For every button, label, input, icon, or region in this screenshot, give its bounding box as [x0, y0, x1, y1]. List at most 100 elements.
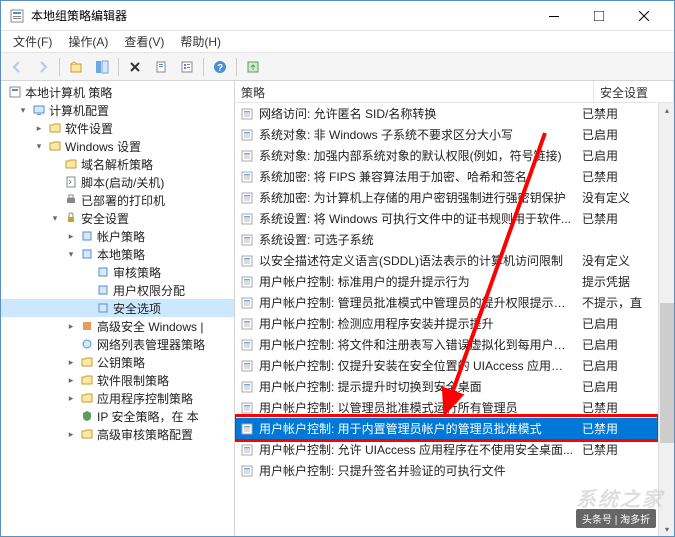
tree-ip-security[interactable]: IP 安全策略，在 本 [1, 407, 234, 425]
row-setting: 已禁用 [578, 399, 658, 416]
tree-local-policy[interactable]: ▾ 本地策略 [1, 245, 234, 263]
properties-button[interactable] [175, 56, 199, 78]
list-row[interactable]: 用户帐户控制: 检测应用程序安装并提示提升已启用 [235, 313, 658, 334]
collapse-icon[interactable]: ▾ [17, 104, 29, 116]
tree-scripts[interactable]: 脚本(启动/关机) [1, 173, 234, 191]
tree-user-rights[interactable]: 用户权限分配 [1, 281, 234, 299]
policy-item-icon [239, 463, 255, 479]
tree-security-settings[interactable]: ▾ 安全设置 [1, 209, 234, 227]
row-name: 用户帐户控制: 仅提升安装在安全位置的 UIAccess 应用程序 [259, 357, 578, 374]
svg-text:?: ? [217, 63, 223, 74]
row-setting: 已启用 [578, 315, 658, 332]
tree-printers[interactable]: 已部署的打印机 [1, 191, 234, 209]
list-row[interactable]: 系统设置: 将 Windows 可执行文件中的证书规则用于软件...已禁用 [235, 208, 658, 229]
expand-icon[interactable]: ▸ [65, 230, 77, 242]
row-setting: 没有定义 [578, 189, 658, 206]
list-row[interactable]: 用户帐户控制: 以管理员批准模式运行所有管理员已禁用 [235, 397, 658, 418]
tree-security-options[interactable]: 安全选项 [1, 299, 234, 317]
export-button[interactable] [149, 56, 173, 78]
row-name: 用户帐户控制: 管理员批准模式中管理员的提升权限提示的... [259, 294, 578, 311]
policy-item-icon [239, 127, 255, 143]
up-button[interactable] [64, 56, 88, 78]
tree-public-key[interactable]: ▸ 公钥策略 [1, 353, 234, 371]
column-header-setting[interactable]: 安全设置 [594, 81, 674, 102]
tree-advanced-windows-firewall[interactable]: ▸ 高级安全 Windows | [1, 317, 234, 335]
menu-action[interactable]: 操作(A) [60, 31, 116, 52]
expand-icon[interactable]: ▸ [65, 374, 77, 386]
menu-file[interactable]: 文件(F) [5, 31, 60, 52]
list-row[interactable]: 用户帐户控制: 标准用户的提升提示行为提示凭据 [235, 271, 658, 292]
minimize-button[interactable] [531, 2, 576, 30]
policy-item-icon [239, 106, 255, 122]
list-row[interactable]: 用户帐户控制: 允许 UIAccess 应用程序在不使用安全桌面...已禁用 [235, 439, 658, 460]
policy-icon [7, 84, 23, 100]
tree-network-list[interactable]: 网络列表管理器策略 [1, 335, 234, 353]
collapse-icon[interactable]: ▾ [65, 248, 77, 260]
scroll-down-icon[interactable]: ▾ [660, 522, 674, 536]
tree-domain-policy[interactable]: 域名解析策略 [1, 155, 234, 173]
expand-icon[interactable]: ▸ [65, 428, 77, 440]
list-row[interactable]: 用户帐户控制: 管理员批准模式中管理员的提升权限提示的...不提示，直 [235, 292, 658, 313]
forward-button[interactable] [31, 56, 55, 78]
expand-icon[interactable]: ▸ [65, 356, 77, 368]
row-name: 用户帐户控制: 允许 UIAccess 应用程序在不使用安全桌面... [259, 441, 578, 458]
row-setting: 不提示，直 [578, 294, 658, 311]
tree-account-policy[interactable]: ▸ 帐户策略 [1, 227, 234, 245]
tree-software-restrict[interactable]: ▸ 软件限制策略 [1, 371, 234, 389]
list-row[interactable]: 系统对象: 加强内部系统对象的默认权限(例如，符号链接)已启用 [235, 145, 658, 166]
menu-view[interactable]: 查看(V) [116, 31, 172, 52]
refresh-button[interactable] [241, 56, 265, 78]
policy-item-icon [239, 316, 255, 332]
expand-icon[interactable]: ▸ [65, 320, 77, 332]
lock-icon [63, 210, 79, 226]
tree-computer-config[interactable]: ▾ 计算机配置 [1, 101, 234, 119]
tree-advanced-audit[interactable]: ▸ 高级审核策略配置 [1, 425, 234, 443]
tree-windows-settings[interactable]: ▾ Windows 设置 [1, 137, 234, 155]
list-row[interactable]: 用户帐户控制: 提示提升时切换到安全桌面已启用 [235, 376, 658, 397]
tree-software-settings[interactable]: ▸ 软件设置 [1, 119, 234, 137]
maximize-button[interactable] [576, 2, 621, 30]
folder-icon [79, 390, 95, 406]
row-setting: 已启用 [578, 378, 658, 395]
row-setting: 已启用 [578, 357, 658, 374]
list-row[interactable]: 系统加密: 为计算机上存储的用户密钥强制进行强密钥保护没有定义 [235, 187, 658, 208]
delete-button[interactable] [123, 56, 147, 78]
show-hide-tree-button[interactable] [90, 56, 114, 78]
row-name: 用户帐户控制: 将文件和注册表写入错误虚拟化到每用户位置 [259, 336, 578, 353]
list-row[interactable]: 系统加密: 将 FIPS 兼容算法用于加密、哈希和签名已禁用 [235, 166, 658, 187]
back-button[interactable] [5, 56, 29, 78]
list-row[interactable]: 用户帐户控制: 将文件和注册表写入错误虚拟化到每用户位置已启用 [235, 334, 658, 355]
scroll-up-icon[interactable]: ▴ [660, 103, 674, 117]
shield-icon [79, 408, 95, 424]
list-row[interactable]: 用户帐户控制: 只提升签名并验证的可执行文件 [235, 460, 658, 481]
policy-item-icon [239, 295, 255, 311]
list-row[interactable]: 以安全描述符定义语言(SDDL)语法表示的计算机访问限制没有定义 [235, 250, 658, 271]
tree-panel[interactable]: 本地计算机 策略 ▾ 计算机配置 ▸ 软件设置 ▾ Windows 设置 域名解… [1, 81, 235, 536]
list-row[interactable]: 用户帐户控制: 仅提升安装在安全位置的 UIAccess 应用程序已启用 [235, 355, 658, 376]
list-row[interactable]: 系统对象: 非 Windows 子系统不要求区分大小写已启用 [235, 124, 658, 145]
close-button[interactable] [621, 2, 666, 30]
list-row[interactable]: 系统设置: 可选子系统 [235, 229, 658, 250]
list-row[interactable]: 网络访问: 允许匿名 SID/名称转换已禁用 [235, 103, 658, 124]
list-body[interactable]: 网络访问: 允许匿名 SID/名称转换已禁用系统对象: 非 Windows 子系… [235, 103, 658, 536]
policy-folder-icon [95, 282, 111, 298]
menu-help[interactable]: 帮助(H) [172, 31, 229, 52]
vertical-scrollbar[interactable]: ▴ ▾ [658, 103, 674, 536]
content-area: 本地计算机 策略 ▾ 计算机配置 ▸ 软件设置 ▾ Windows 设置 域名解… [1, 81, 674, 536]
list-row[interactable]: 用户帐户控制: 用于内置管理员帐户的管理员批准模式已禁用 [235, 418, 658, 439]
expand-icon[interactable]: ▸ [65, 392, 77, 404]
computer-icon [31, 102, 47, 118]
expand-icon[interactable]: ▸ [33, 122, 45, 134]
tree-root[interactable]: 本地计算机 策略 [1, 83, 234, 101]
collapse-icon[interactable]: ▾ [33, 140, 45, 152]
tree-app-control[interactable]: ▸ 应用程序控制策略 [1, 389, 234, 407]
tree-audit-policy[interactable]: 审核策略 [1, 263, 234, 281]
help-button[interactable]: ? [208, 56, 232, 78]
collapse-icon[interactable]: ▾ [49, 212, 61, 224]
row-setting: 已启用 [578, 336, 658, 353]
row-setting: 已禁用 [578, 168, 658, 185]
row-name: 用户帐户控制: 检测应用程序安装并提示提升 [259, 315, 578, 332]
row-name: 系统加密: 为计算机上存储的用户密钥强制进行强密钥保护 [259, 189, 578, 206]
column-header-name[interactable]: 策略 [235, 81, 594, 102]
scrollbar-thumb[interactable] [660, 303, 674, 443]
